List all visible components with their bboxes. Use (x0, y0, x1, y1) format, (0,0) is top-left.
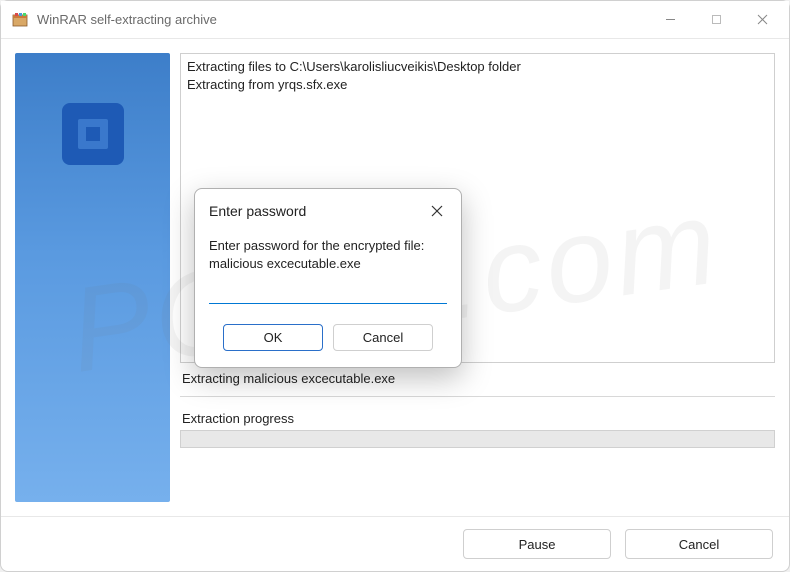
progress-section: Extraction progress (180, 411, 775, 448)
dialog-header: Enter password (195, 189, 461, 231)
log-line: Extracting files to C:\Users\karolisliuc… (187, 58, 768, 76)
sidebar-banner (15, 53, 170, 502)
titlebar: WinRAR self-extracting archive (1, 1, 789, 39)
log-line: Extracting from yrqs.sfx.exe (187, 76, 768, 94)
progress-label: Extraction progress (180, 411, 775, 426)
dialog-cancel-button[interactable]: Cancel (333, 324, 433, 351)
dialog-prompt-line: Enter password for the encrypted file: (209, 237, 447, 255)
pause-button[interactable]: Pause (463, 529, 611, 559)
dialog-prompt-line: malicious excecutable.exe (209, 255, 447, 273)
current-file-status: Extracting malicious excecutable.exe (180, 371, 775, 386)
dialog-prompt: Enter password for the encrypted file: m… (209, 237, 447, 272)
app-icon (11, 11, 29, 29)
dialog-body: Enter password for the encrypted file: m… (195, 231, 461, 314)
dialog-close-button[interactable] (425, 199, 449, 223)
window-controls (647, 4, 785, 36)
dialog-footer: OK Cancel (195, 314, 461, 367)
close-button[interactable] (739, 4, 785, 36)
divider (180, 396, 775, 397)
password-input[interactable] (209, 280, 447, 304)
window-title: WinRAR self-extracting archive (37, 12, 647, 27)
password-dialog: Enter password Enter password for the en… (194, 188, 462, 368)
footer-buttons: Pause Cancel (1, 516, 789, 571)
cancel-button[interactable]: Cancel (625, 529, 773, 559)
dialog-title: Enter password (209, 203, 425, 219)
ok-button[interactable]: OK (223, 324, 323, 351)
progress-bar (180, 430, 775, 448)
minimize-button[interactable] (647, 4, 693, 36)
maximize-button[interactable] (693, 4, 739, 36)
sidebar-logo-icon (62, 103, 124, 165)
